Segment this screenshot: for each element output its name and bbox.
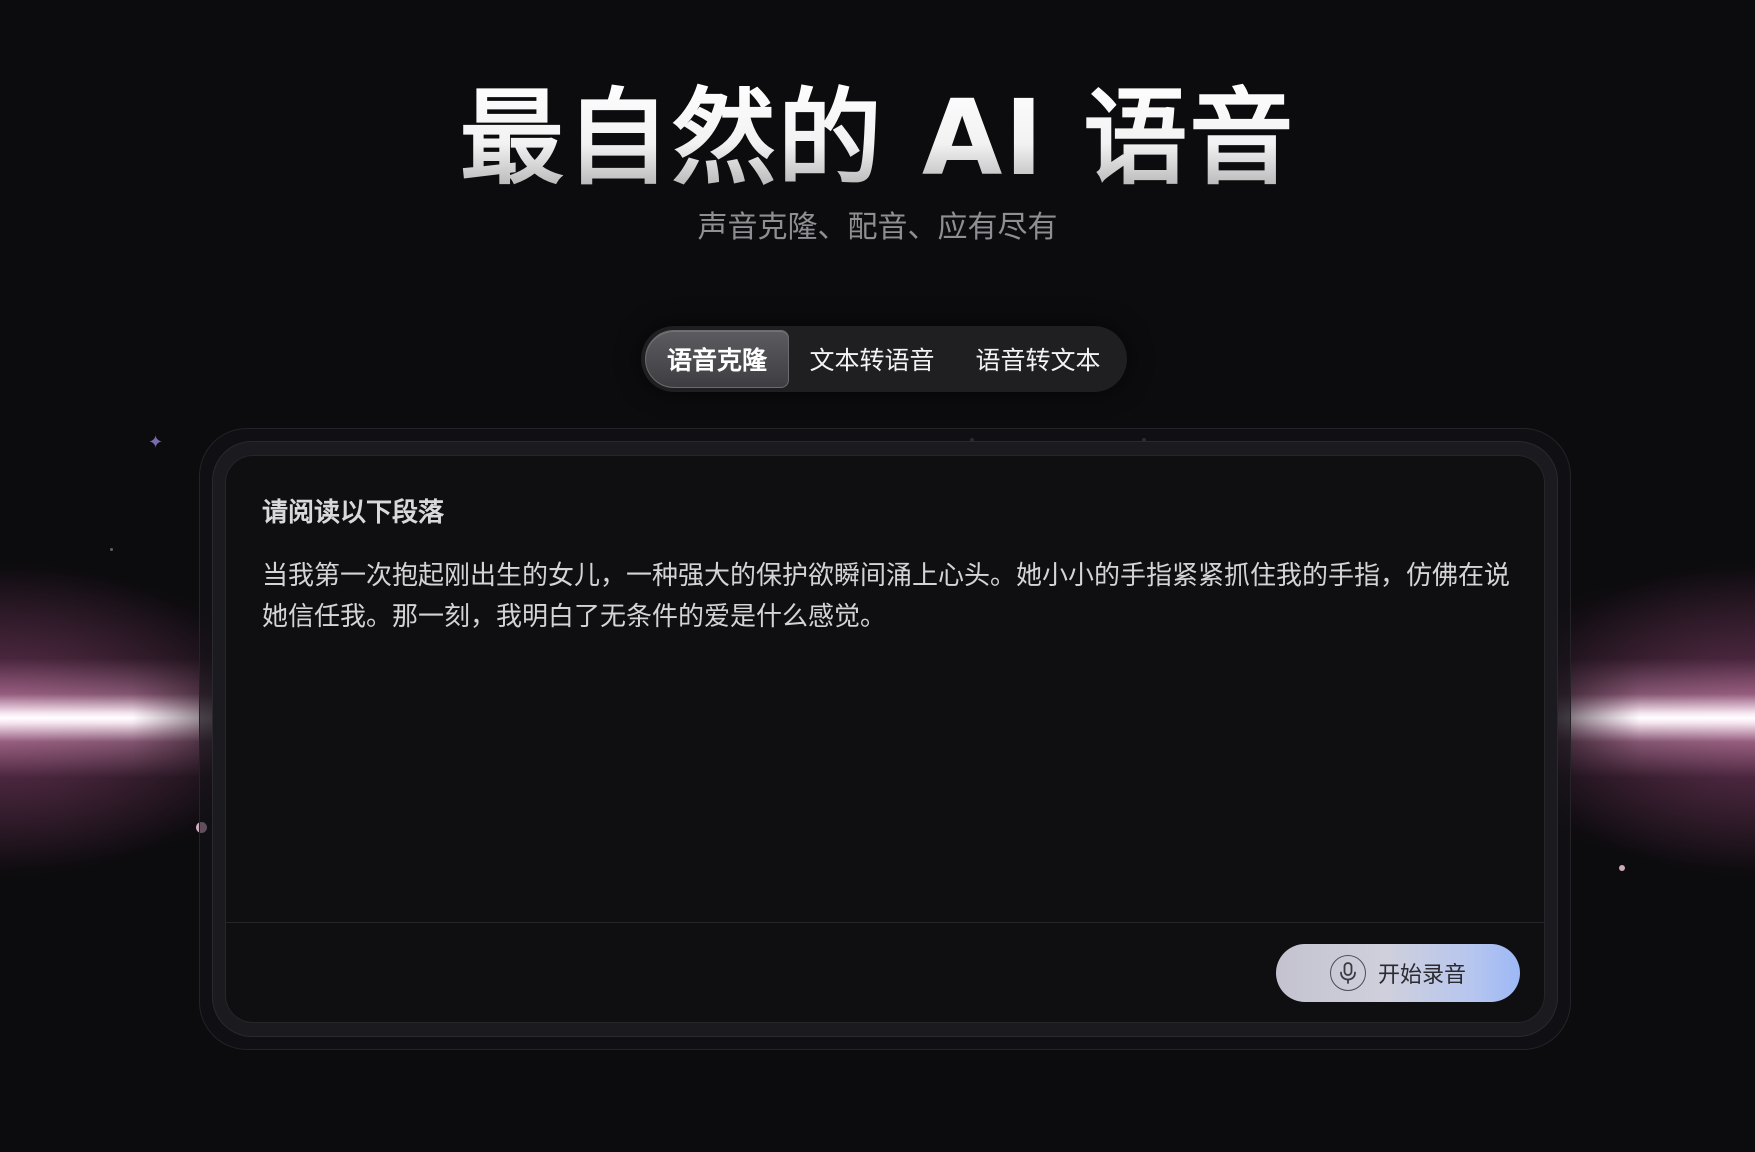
microphone-icon [1329,955,1366,991]
tab-voice-clone[interactable]: 语音克隆 [645,330,789,388]
start-recording-label: 开始录音 [1377,963,1466,988]
right-light-beam [1545,658,1755,778]
card-heading: 请阅读以下段落 [262,498,445,528]
reading-card: 请阅读以下段落 当我第一次抱起刚出生的女儿，一种强大的保护欲瞬间涌上心头。她小小… [225,455,1545,1023]
page-background: ✦ 最自然的 AI 语音 声音克隆、配音、应有尽有 语音克隆 文本转语音 语音转… [0,0,1755,1152]
card-divider [226,922,1544,923]
mode-tabs: 语音克隆 文本转语音 语音转文本 [641,326,1127,392]
start-recording-button[interactable]: 开始录音 [1276,944,1520,1002]
sparkle [1619,865,1625,871]
tab-speech-to-text[interactable]: 语音转文本 [955,330,1121,388]
reading-passage: 当我第一次抱起刚出生的女儿，一种强大的保护欲瞬间涌上心头。她小小的手指紧紧抓住我… [262,561,1511,632]
sparkle [110,548,113,551]
tab-text-to-speech[interactable]: 文本转语音 [789,330,955,388]
star-icon: ✦ [148,432,164,453]
page-subtitle: 声音克隆、配音、应有尽有 [697,210,1058,245]
page-title: 最自然的 AI 语音 [0,78,1755,198]
